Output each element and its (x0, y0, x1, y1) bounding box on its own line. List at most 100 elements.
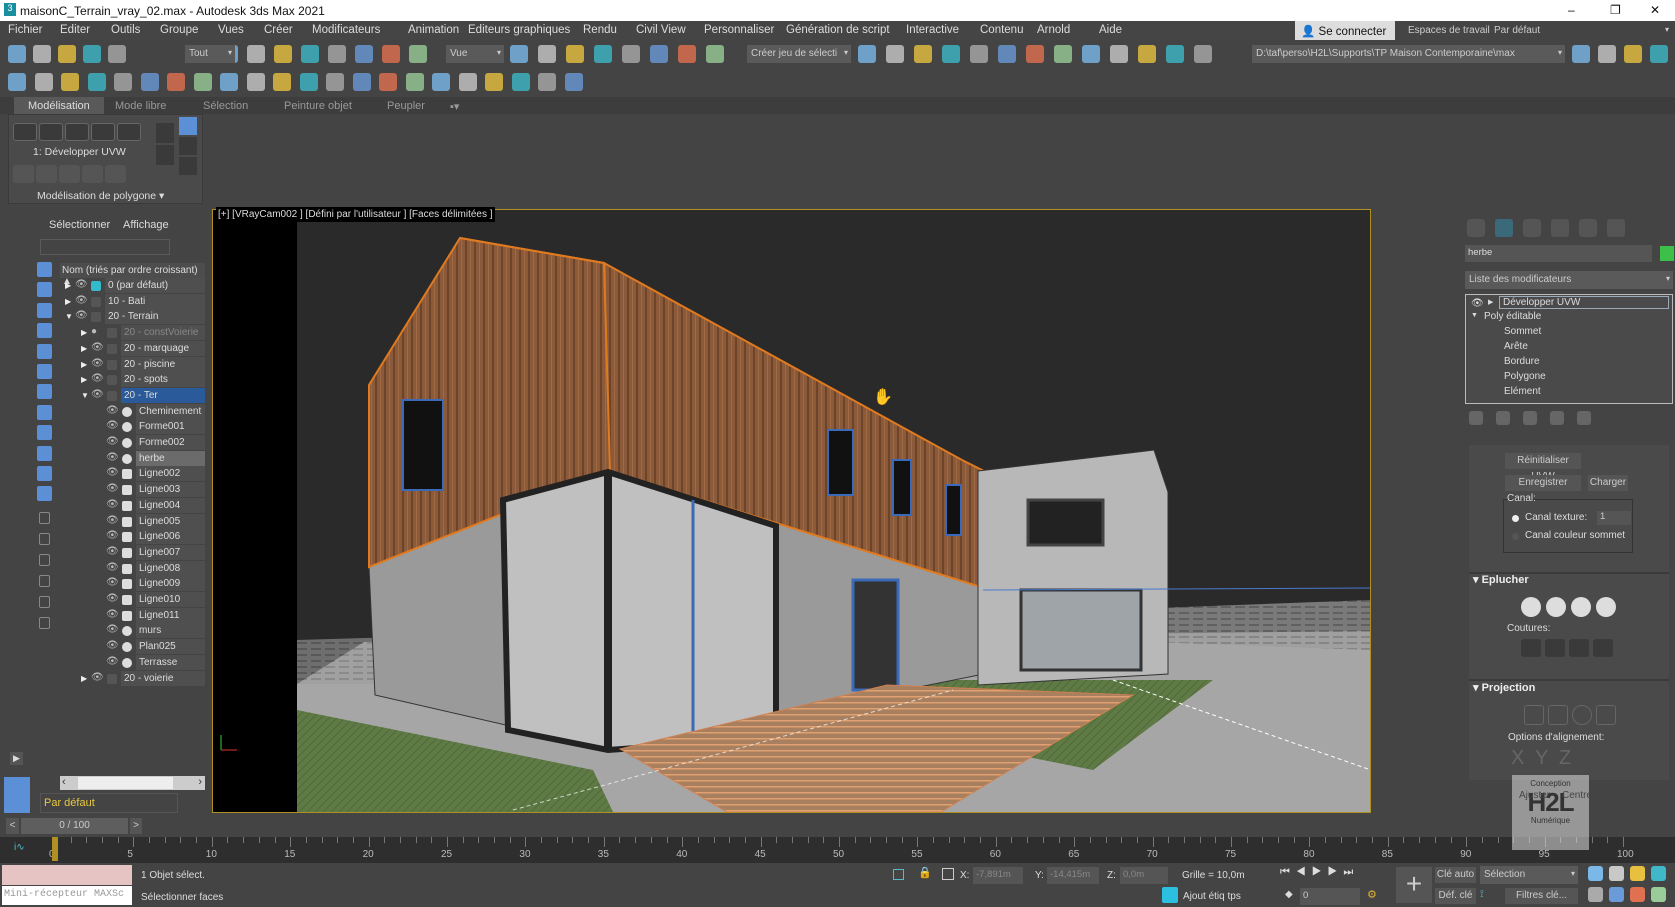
asset-icon[interactable] (538, 73, 556, 91)
teapot-small-icon[interactable] (220, 73, 238, 91)
mirror-icon[interactable] (858, 45, 876, 63)
menu-aide[interactable]: Aide (1099, 24, 1122, 36)
edge-to-seams-icon[interactable] (1569, 639, 1589, 657)
display-frozen-icon[interactable] (37, 466, 52, 481)
visibility-eye-icon[interactable]: 👁 (75, 279, 88, 290)
visibility-eye-icon[interactable]: 👁 (106, 405, 119, 416)
color-palette-icon[interactable] (485, 73, 503, 91)
display-hidden-icon[interactable] (37, 486, 52, 502)
configure-modifier-icon[interactable] (179, 157, 197, 175)
tree-item[interactable]: Forme001 (136, 419, 205, 435)
vray-icon[interactable] (511, 73, 530, 91)
center-button[interactable]: Centrer (1562, 790, 1595, 801)
display-geometry-icon[interactable] (37, 282, 52, 298)
tree-item[interactable]: 20 - marquage (121, 340, 205, 356)
container-icon[interactable] (39, 617, 50, 629)
help-icon[interactable] (564, 73, 583, 91)
camera-icon[interactable] (114, 73, 132, 91)
visibility-eye-icon[interactable]: 👁 (106, 467, 119, 478)
display-blank-icon[interactable] (39, 533, 50, 545)
render-setup-icon[interactable] (1082, 45, 1100, 63)
keyboard-shortcut-icon[interactable] (566, 45, 584, 63)
sphere-icon[interactable] (167, 73, 185, 91)
scroll-left-icon[interactable]: ‹ (62, 776, 66, 788)
map-channel-radio[interactable] (1512, 515, 1519, 522)
menu-interactive[interactable]: Interactive (906, 24, 959, 36)
move-icon[interactable] (328, 45, 346, 63)
tree-item[interactable]: 10 - Bati (105, 293, 205, 309)
cloud-icon[interactable] (34, 73, 53, 91)
ribbon-tab-1[interactable]: Mode libre (115, 100, 166, 112)
stack-item-polygon[interactable]: Polygone (1504, 371, 1546, 382)
menu-editer[interactable]: Editer (60, 24, 90, 36)
undo-icon[interactable] (8, 45, 26, 63)
tree-item[interactable]: Ligne004 (136, 497, 205, 513)
menu-fichier[interactable]: Fichier (8, 24, 43, 36)
prev-frame-button[interactable]: < (6, 818, 19, 834)
tree-item[interactable]: 0 (par défaut) (105, 278, 205, 293)
scene-explorer-icon[interactable] (914, 45, 932, 63)
display-all-icon[interactable] (37, 262, 52, 277)
orbit-icon[interactable] (1630, 866, 1645, 881)
remove-modifier-icon[interactable] (1550, 411, 1564, 425)
edit-named-sel-icon[interactable] (706, 45, 724, 63)
x-coordinate-field[interactable]: -7,891m (973, 867, 1023, 884)
menu-génération-de-script[interactable]: Génération de script (786, 24, 890, 36)
ribbon-tab-2[interactable]: Sélection (203, 100, 248, 112)
viewport-label[interactable]: [+] [VRayCam002 ] [Défini par l'utilisat… (216, 207, 495, 222)
visibility-eye-icon[interactable]: 👁 (91, 358, 104, 369)
absolute-mode-icon[interactable] (942, 868, 954, 880)
menu-arnold[interactable]: Arnold (1037, 24, 1070, 36)
menu-contenu[interactable]: Contenu (980, 24, 1023, 36)
array-icon[interactable] (326, 73, 344, 91)
visibility-eye-icon[interactable]: 👁 (106, 562, 119, 573)
visibility-eye-icon[interactable]: 👁 (91, 672, 104, 683)
add-time-tag-button[interactable]: Ajout étiq tps (1183, 891, 1241, 902)
spinner-snap-icon[interactable] (678, 45, 696, 63)
current-frame-field[interactable]: 0 (1300, 888, 1360, 905)
playback-controls[interactable]: ⏮◀▶▶⏭ (1280, 866, 1359, 879)
expand-panel-icon[interactable]: ▶ (10, 752, 23, 765)
named-selection-dropdown[interactable]: Créer jeu de sélecti (747, 45, 851, 63)
reference-coordinate-dropdown[interactable]: Vue (446, 45, 504, 63)
ribbon-tool-icon[interactable] (36, 165, 57, 183)
tree-item[interactable]: Ligne003 (136, 482, 205, 498)
menu-outils[interactable]: Outils (111, 24, 140, 36)
render-icon[interactable] (1138, 45, 1156, 63)
tree-item[interactable]: 20 - Terrain (105, 309, 205, 325)
display-icon[interactable] (1579, 219, 1597, 237)
tree-item[interactable]: Ligne007 (136, 544, 205, 560)
ribbon-tab-3[interactable]: Peinture objet (284, 100, 352, 112)
scale-icon[interactable] (382, 45, 400, 63)
viewport[interactable]: ✋ [+] [VRayCam002 ] [Défini par l'utilis… (212, 207, 1371, 813)
layer-explorer-toggle[interactable] (4, 777, 30, 813)
ribbon-stack-up-icon[interactable] (156, 123, 174, 143)
tree-item[interactable]: herbe (136, 450, 205, 466)
walkthrough-icon[interactable] (1609, 887, 1624, 902)
modify-icon[interactable] (1495, 219, 1513, 237)
tree-item[interactable]: Ligne008 (136, 560, 205, 576)
stack-item-border[interactable]: Bordure (1504, 356, 1540, 367)
project-path-dropdown[interactable]: D:\taf\perso\H2L\Supports\TP Maison Cont… (1252, 45, 1565, 63)
align-z-button[interactable]: Z (1559, 747, 1571, 770)
auto-key-button[interactable]: Clé auto (1435, 867, 1476, 883)
light-icon[interactable] (87, 73, 106, 91)
select-by-name-icon[interactable] (247, 45, 265, 63)
fit-button[interactable]: Ajuster (1519, 790, 1550, 801)
visibility-eye-icon[interactable]: ● (91, 326, 97, 337)
pivot-icon[interactable] (538, 45, 556, 63)
bone-icon[interactable] (379, 73, 397, 91)
tree-item[interactable]: Ligne006 (136, 529, 205, 545)
visibility-eye-icon[interactable]: 👁 (106, 499, 119, 510)
subobject-border-icon[interactable] (65, 123, 89, 141)
display-list-icon[interactable] (39, 512, 50, 524)
zoom-icon[interactable] (1588, 866, 1603, 881)
manipulate-icon[interactable] (409, 45, 427, 63)
visibility-eye-icon[interactable]: 👁 (106, 452, 119, 463)
current-frame-marker[interactable] (52, 837, 58, 861)
expand-toggle-icon[interactable]: ▶ (81, 674, 87, 683)
maximize-viewport-icon[interactable] (1651, 887, 1666, 902)
menu-vues[interactable]: Vues (218, 24, 244, 36)
ribbon-tab-0[interactable]: Modélisation (14, 97, 104, 114)
maxscript-mini-listener[interactable]: Mini-récepteur MAXSc (2, 886, 132, 905)
